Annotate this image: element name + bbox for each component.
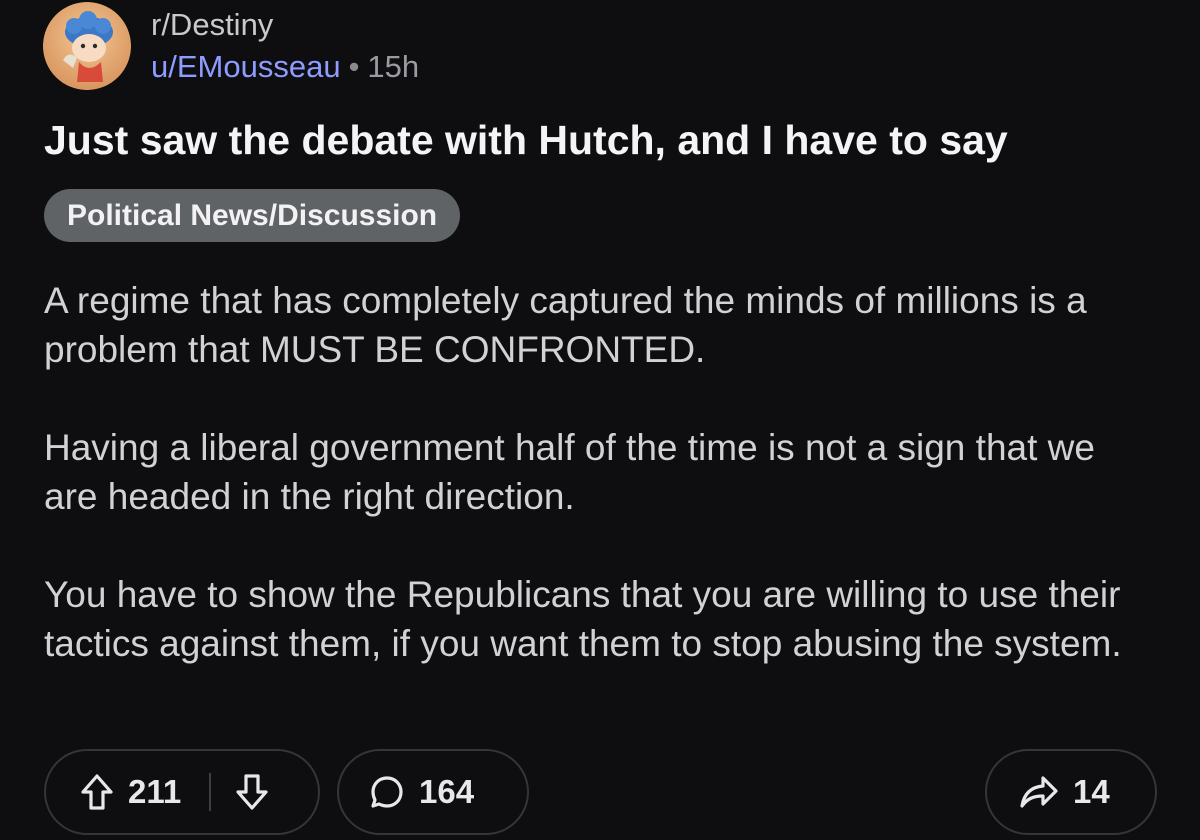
upvote-arrow-icon[interactable] [80,773,114,811]
comment-bubble-icon [369,774,405,810]
post-flair[interactable]: Political News/Discussion [44,189,461,242]
vote-bar: 211 [44,749,320,835]
vote-divider [209,773,212,811]
post-card: r/Destiny u/EMousseau • 15h Just saw the d… [0,0,1200,840]
comments-button[interactable]: 164 [337,749,529,835]
subreddit-name[interactable]: r/Destiny [151,6,273,44]
upvote-count: 211 [128,773,182,810]
downvote-arrow-icon[interactable] [235,773,269,811]
body-paragraph: Having a liberal government half of the … [44,427,1095,517]
username-link[interactable]: u/EMousseau [151,49,341,84]
comment-count: 164 [419,773,475,810]
post-age: 15h [367,49,420,84]
share-button[interactable]: 14 [985,749,1157,835]
share-arrow-icon [1019,774,1059,810]
body-paragraph: You have to show the Republicans that yo… [44,574,1122,664]
share-count: 14 [1073,773,1110,810]
post-meta: u/EMousseau • 15h [151,48,419,86]
post-title[interactable]: Just saw the debate with Hutch, and I ha… [44,114,1008,166]
meta-separator: • [348,49,360,84]
body-paragraph: A regime that has completely captured th… [44,280,1087,370]
post-body: A regime that has completely captured th… [44,276,1154,717]
user-avatar[interactable] [43,2,131,90]
